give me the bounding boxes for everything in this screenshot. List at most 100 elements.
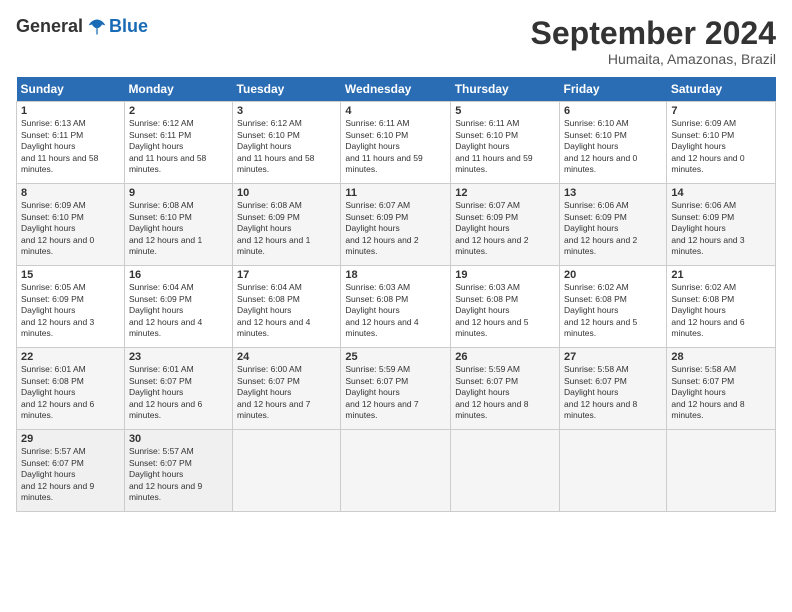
day-of-week-tuesday: Tuesday <box>233 77 341 102</box>
day-info: Sunrise: 6:03 AMSunset: 6:08 PMDaylight … <box>455 282 555 339</box>
calendar-cell <box>451 430 560 512</box>
calendar-cell: 17Sunrise: 6:04 AMSunset: 6:08 PMDayligh… <box>233 266 341 348</box>
day-info: Sunrise: 5:57 AMSunset: 6:07 PMDaylight … <box>129 446 228 503</box>
day-number: 4 <box>345 105 446 117</box>
day-info: Sunrise: 6:04 AMSunset: 6:08 PMDaylight … <box>237 282 336 339</box>
day-info: Sunrise: 6:02 AMSunset: 6:08 PMDaylight … <box>671 282 771 339</box>
page: { "header": { "logo_general": "General",… <box>0 0 792 612</box>
day-number: 9 <box>129 187 228 199</box>
calendar-cell: 6Sunrise: 6:10 AMSunset: 6:10 PMDaylight… <box>560 102 667 184</box>
day-number: 18 <box>345 269 446 281</box>
day-info: Sunrise: 5:57 AMSunset: 6:07 PMDaylight … <box>21 446 120 503</box>
day-number: 24 <box>237 351 336 363</box>
day-number: 17 <box>237 269 336 281</box>
calendar-cell: 21Sunrise: 6:02 AMSunset: 6:08 PMDayligh… <box>667 266 776 348</box>
day-number: 30 <box>129 433 228 445</box>
calendar-cell <box>667 430 776 512</box>
day-info: Sunrise: 6:09 AMSunset: 6:10 PMDaylight … <box>671 118 771 175</box>
day-number: 16 <box>129 269 228 281</box>
calendar-cell <box>560 430 667 512</box>
calendar-cell: 25Sunrise: 5:59 AMSunset: 6:07 PMDayligh… <box>341 348 451 430</box>
day-info: Sunrise: 5:59 AMSunset: 6:07 PMDaylight … <box>455 364 555 421</box>
day-number: 10 <box>237 187 336 199</box>
calendar-cell: 7Sunrise: 6:09 AMSunset: 6:10 PMDaylight… <box>667 102 776 184</box>
day-info: Sunrise: 6:09 AMSunset: 6:10 PMDaylight … <box>21 200 120 257</box>
day-info: Sunrise: 6:05 AMSunset: 6:09 PMDaylight … <box>21 282 120 339</box>
day-number: 26 <box>455 351 555 363</box>
calendar-week-row: 15Sunrise: 6:05 AMSunset: 6:09 PMDayligh… <box>17 266 776 348</box>
day-number: 27 <box>564 351 662 363</box>
calendar-header-row: SundayMondayTuesdayWednesdayThursdayFrid… <box>17 77 776 102</box>
day-number: 5 <box>455 105 555 117</box>
calendar-cell: 13Sunrise: 6:06 AMSunset: 6:09 PMDayligh… <box>560 184 667 266</box>
day-info: Sunrise: 6:02 AMSunset: 6:08 PMDaylight … <box>564 282 662 339</box>
day-info: Sunrise: 6:04 AMSunset: 6:09 PMDaylight … <box>129 282 228 339</box>
calendar-cell: 5Sunrise: 6:11 AMSunset: 6:10 PMDaylight… <box>451 102 560 184</box>
day-number: 29 <box>21 433 120 445</box>
day-info: Sunrise: 5:59 AMSunset: 6:07 PMDaylight … <box>345 364 446 421</box>
day-of-week-friday: Friday <box>560 77 667 102</box>
calendar-cell: 12Sunrise: 6:07 AMSunset: 6:09 PMDayligh… <box>451 184 560 266</box>
calendar-week-row: 8Sunrise: 6:09 AMSunset: 6:10 PMDaylight… <box>17 184 776 266</box>
day-info: Sunrise: 6:00 AMSunset: 6:07 PMDaylight … <box>237 364 336 421</box>
calendar-week-row: 29Sunrise: 5:57 AMSunset: 6:07 PMDayligh… <box>17 430 776 512</box>
day-number: 23 <box>129 351 228 363</box>
day-info: Sunrise: 6:06 AMSunset: 6:09 PMDaylight … <box>564 200 662 257</box>
calendar-cell: 2Sunrise: 6:12 AMSunset: 6:11 PMDaylight… <box>124 102 232 184</box>
calendar-cell: 30Sunrise: 5:57 AMSunset: 6:07 PMDayligh… <box>124 430 232 512</box>
calendar-cell <box>233 430 341 512</box>
calendar-week-row: 22Sunrise: 6:01 AMSunset: 6:08 PMDayligh… <box>17 348 776 430</box>
logo-general-text: General <box>16 16 83 37</box>
day-number: 25 <box>345 351 446 363</box>
day-number: 20 <box>564 269 662 281</box>
calendar-cell: 28Sunrise: 5:58 AMSunset: 6:07 PMDayligh… <box>667 348 776 430</box>
day-info: Sunrise: 5:58 AMSunset: 6:07 PMDaylight … <box>671 364 771 421</box>
header: General Blue September 2024 Humaita, Ama… <box>16 16 776 67</box>
calendar-cell: 24Sunrise: 6:00 AMSunset: 6:07 PMDayligh… <box>233 348 341 430</box>
calendar-cell: 18Sunrise: 6:03 AMSunset: 6:08 PMDayligh… <box>341 266 451 348</box>
day-number: 14 <box>671 187 771 199</box>
day-info: Sunrise: 6:07 AMSunset: 6:09 PMDaylight … <box>455 200 555 257</box>
day-number: 6 <box>564 105 662 117</box>
day-info: Sunrise: 6:07 AMSunset: 6:09 PMDaylight … <box>345 200 446 257</box>
calendar-week-row: 1Sunrise: 6:13 AMSunset: 6:11 PMDaylight… <box>17 102 776 184</box>
calendar-cell: 16Sunrise: 6:04 AMSunset: 6:09 PMDayligh… <box>124 266 232 348</box>
day-number: 21 <box>671 269 771 281</box>
day-info: Sunrise: 6:11 AMSunset: 6:10 PMDaylight … <box>455 118 555 175</box>
day-number: 8 <box>21 187 120 199</box>
calendar-cell: 19Sunrise: 6:03 AMSunset: 6:08 PMDayligh… <box>451 266 560 348</box>
title-area: September 2024 Humaita, Amazonas, Brazil <box>531 16 776 67</box>
day-info: Sunrise: 6:01 AMSunset: 6:07 PMDaylight … <box>129 364 228 421</box>
day-info: Sunrise: 6:03 AMSunset: 6:08 PMDaylight … <box>345 282 446 339</box>
day-number: 12 <box>455 187 555 199</box>
logo-bird-icon <box>87 17 107 37</box>
calendar-table: SundayMondayTuesdayWednesdayThursdayFrid… <box>16 77 776 512</box>
calendar-cell: 29Sunrise: 5:57 AMSunset: 6:07 PMDayligh… <box>17 430 125 512</box>
calendar-cell: 15Sunrise: 6:05 AMSunset: 6:09 PMDayligh… <box>17 266 125 348</box>
calendar-cell: 14Sunrise: 6:06 AMSunset: 6:09 PMDayligh… <box>667 184 776 266</box>
calendar-cell: 10Sunrise: 6:08 AMSunset: 6:09 PMDayligh… <box>233 184 341 266</box>
day-number: 1 <box>21 105 120 117</box>
day-info: Sunrise: 6:13 AMSunset: 6:11 PMDaylight … <box>21 118 120 175</box>
calendar-cell: 20Sunrise: 6:02 AMSunset: 6:08 PMDayligh… <box>560 266 667 348</box>
location: Humaita, Amazonas, Brazil <box>531 51 776 67</box>
day-number: 22 <box>21 351 120 363</box>
day-of-week-thursday: Thursday <box>451 77 560 102</box>
day-info: Sunrise: 5:58 AMSunset: 6:07 PMDaylight … <box>564 364 662 421</box>
day-of-week-monday: Monday <box>124 77 232 102</box>
day-number: 7 <box>671 105 771 117</box>
day-of-week-wednesday: Wednesday <box>341 77 451 102</box>
day-info: Sunrise: 6:11 AMSunset: 6:10 PMDaylight … <box>345 118 446 175</box>
day-info: Sunrise: 6:12 AMSunset: 6:10 PMDaylight … <box>237 118 336 175</box>
day-of-week-saturday: Saturday <box>667 77 776 102</box>
day-info: Sunrise: 6:08 AMSunset: 6:09 PMDaylight … <box>237 200 336 257</box>
calendar-cell <box>341 430 451 512</box>
day-info: Sunrise: 6:12 AMSunset: 6:11 PMDaylight … <box>129 118 228 175</box>
day-number: 3 <box>237 105 336 117</box>
day-info: Sunrise: 6:06 AMSunset: 6:09 PMDaylight … <box>671 200 771 257</box>
calendar-cell: 26Sunrise: 5:59 AMSunset: 6:07 PMDayligh… <box>451 348 560 430</box>
day-info: Sunrise: 6:08 AMSunset: 6:10 PMDaylight … <box>129 200 228 257</box>
day-number: 13 <box>564 187 662 199</box>
calendar-cell: 9Sunrise: 6:08 AMSunset: 6:10 PMDaylight… <box>124 184 232 266</box>
calendar-cell: 3Sunrise: 6:12 AMSunset: 6:10 PMDaylight… <box>233 102 341 184</box>
